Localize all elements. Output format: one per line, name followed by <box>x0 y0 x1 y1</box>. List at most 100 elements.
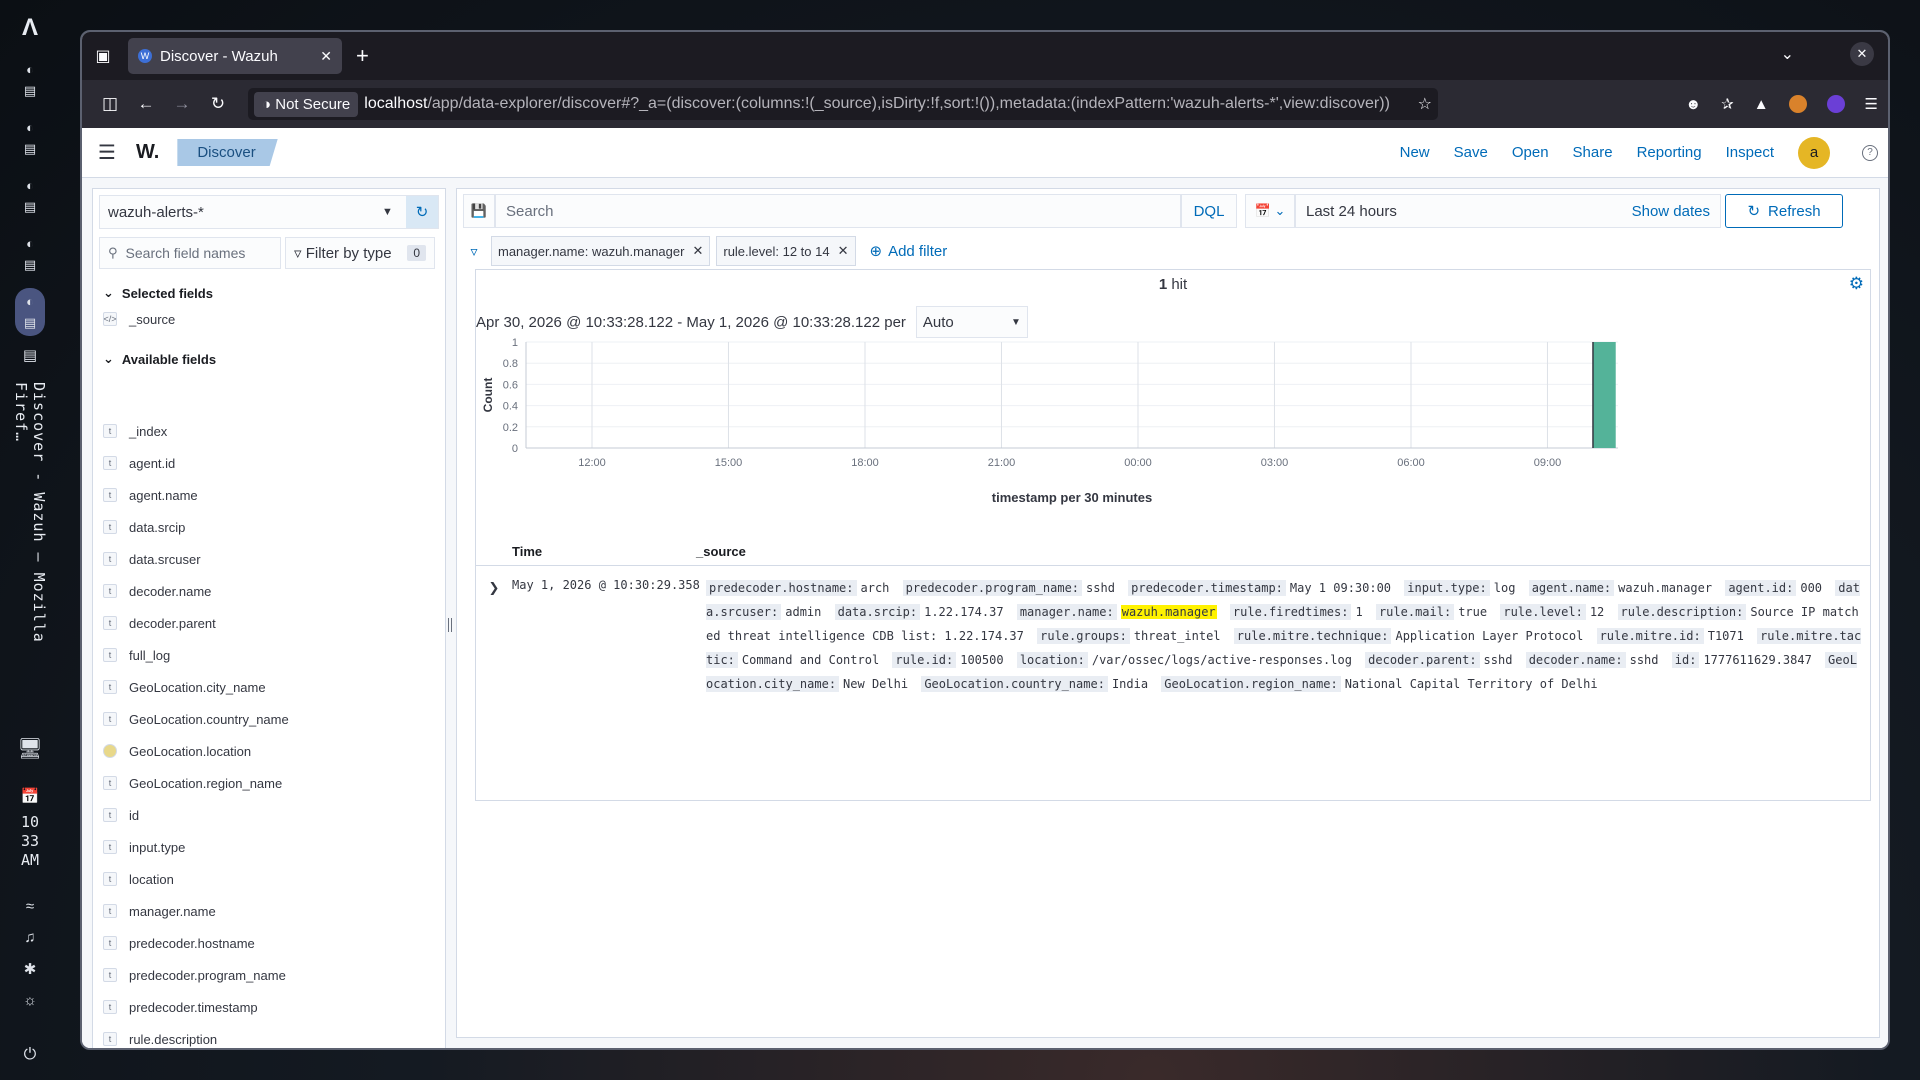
field-item[interactable]: t decoder.name <box>103 575 445 607</box>
extension-1-icon[interactable]: ▲ <box>1754 96 1769 113</box>
url-bar[interactable]: ◑ Not Secure localhost/app/data-explorer… <box>248 88 1438 120</box>
source-field-key: rule.description: <box>1617 604 1747 620</box>
field-item[interactable]: t agent.name <box>103 479 445 511</box>
field-item[interactable]: t predecoder.timestamp <box>103 991 445 1023</box>
workspace-2[interactable]: ◐ ▤ <box>15 114 45 162</box>
extension-2-icon[interactable] <box>1788 95 1807 113</box>
field-item[interactable]: t _index <box>103 415 445 447</box>
source-field-value: May 1 09:30:00 <box>1289 581 1392 595</box>
firefox-icon: ◐ <box>26 119 34 135</box>
field-item[interactable]: GeoLocation.location <box>103 735 445 767</box>
field-item[interactable]: t data.srcip <box>103 511 445 543</box>
saved-query-icon[interactable]: 💾 <box>463 194 495 228</box>
field-item[interactable]: t predecoder.hostname <box>103 927 445 959</box>
wazuh-favicon-icon: W <box>138 49 152 63</box>
field-item[interactable]: t GeoLocation.region_name <box>103 767 445 799</box>
selected-fields-header[interactable]: ⌄ Selected fields <box>103 285 213 301</box>
field-item[interactable]: t manager.name <box>103 895 445 927</box>
account-icon[interactable]: ☻ <box>1685 96 1701 113</box>
filter-pill-rule-level[interactable]: rule.level: 12 to 14 ✕ <box>716 236 856 266</box>
bookmark-star-icon[interactable]: ☆ <box>1418 94 1432 114</box>
close-icon[interactable]: ✕ <box>692 243 703 259</box>
share-button[interactable]: Share <box>1573 144 1613 161</box>
field-item[interactable]: t GeoLocation.country_name <box>103 703 445 735</box>
app-menu-icon[interactable]: ☰ <box>1865 95 1878 113</box>
field-item[interactable]: t location <box>103 863 445 895</box>
field-item[interactable]: t decoder.parent <box>103 607 445 639</box>
query-language-button[interactable]: DQL <box>1181 194 1237 228</box>
field-item[interactable]: t agent.id <box>103 447 445 479</box>
inspect-button[interactable]: Inspect <box>1726 144 1774 161</box>
available-fields-header[interactable]: ⌄ Available fields <box>103 351 216 367</box>
help-icon[interactable]: ? <box>1862 144 1878 161</box>
add-filter-button[interactable]: ⊕ Add filter <box>870 242 948 261</box>
expand-row-icon[interactable]: ❯ <box>476 576 512 696</box>
index-pattern-select[interactable]: wazuh-alerts-* ▼ ↻ <box>99 195 439 229</box>
not-secure-badge[interactable]: ◑ Not Secure <box>254 91 359 117</box>
tab-list-icon[interactable]: ▣ <box>82 46 124 66</box>
histogram-bar[interactable] <box>1592 342 1616 448</box>
field-search-input[interactable]: ⚲ Search field names <box>99 237 281 269</box>
workspace-5-active[interactable]: ◐ ▤ <box>15 288 45 336</box>
workspace-4[interactable]: ◐ ▤ <box>15 230 45 278</box>
arch-logo-icon[interactable]: Λ <box>22 14 38 42</box>
histogram-chart[interactable]: 0 0.2 0.4 0.6 0.8 1 12:00 15:00 18:00 21:00 00:00 0… <box>476 334 1626 514</box>
field-item[interactable]: t data.srcuser <box>103 543 445 575</box>
new-tab-button[interactable]: + <box>356 43 369 69</box>
url-text[interactable]: localhost/app/data-explorer/discover#?_a… <box>364 95 1407 113</box>
hamburger-menu-icon[interactable]: ☰ <box>92 140 122 165</box>
field-item[interactable]: t rule.description <box>103 1023 445 1048</box>
field-item[interactable]: t input.type <box>103 831 445 863</box>
sidebar-resize-handle[interactable] <box>448 618 452 632</box>
workspace-3[interactable]: ◐ ▤ <box>15 172 45 220</box>
field-item[interactable]: t predecoder.program_name <box>103 959 445 991</box>
audio-icon[interactable]: ♫ <box>24 929 35 946</box>
refresh-button[interactable]: ↻ Refresh <box>1725 194 1843 228</box>
wifi-icon[interactable]: ≈ <box>26 898 34 915</box>
list-all-tabs-icon[interactable]: ⌄ <box>1781 44 1794 64</box>
sidebar-toggle-icon[interactable]: ◫ <box>92 94 128 114</box>
field-item[interactable]: t id <box>103 799 445 831</box>
show-dates-button[interactable]: Show dates <box>1632 203 1710 220</box>
time-range-display[interactable]: Last 24 hours Show dates <box>1295 194 1721 228</box>
window-icon: ▤ <box>23 140 37 156</box>
breadcrumb-discover[interactable]: Discover <box>177 139 278 166</box>
close-icon[interactable]: ✕ <box>838 243 849 259</box>
date-picker-quick-menu[interactable]: 📅 ⌄ <box>1245 194 1295 228</box>
back-icon[interactable]: ← <box>128 94 164 114</box>
bluetooth-icon[interactable]: ✱ <box>24 960 37 978</box>
os-dock: Λ ◐ ▤ ◐ ▤ ◐ ▤ ◐ ▤ ◐ ▤ ▤ Discover - Wazuh — Mo… <box>0 0 60 1080</box>
gear-icon[interactable]: ⚙ <box>1849 274 1864 294</box>
refresh-index-icon[interactable]: ↻ <box>406 196 438 228</box>
filter-icon[interactable]: ▿ <box>463 243 485 260</box>
filter-by-type-button[interactable]: ▿ Filter by type 0 <box>285 237 435 269</box>
close-window-button[interactable]: ✕ <box>1850 42 1874 66</box>
search-input[interactable]: Search <box>495 194 1181 228</box>
monitor-icon[interactable]: 🖥 <box>17 736 42 761</box>
source-field-key: predecoder.program_name: <box>902 580 1083 596</box>
calendar-icon[interactable]: 📅 <box>21 787 40 805</box>
window-icon: ▤ <box>23 256 37 272</box>
reload-icon[interactable]: ↻ <box>200 94 236 114</box>
close-tab-icon[interactable]: ✕ <box>320 48 332 65</box>
column-header-source[interactable]: _source <box>696 544 746 559</box>
tab-discover[interactable]: W Discover - Wazuh ✕ <box>128 38 342 74</box>
reporting-button[interactable]: Reporting <box>1637 144 1702 161</box>
field-item[interactable]: t full_log <box>103 639 445 671</box>
field-item[interactable]: </> _source <box>103 303 445 335</box>
power-icon[interactable]: ⏻ <box>24 1046 37 1064</box>
filter-pill-manager-name[interactable]: manager.name: wazuh.manager ✕ <box>491 236 711 266</box>
new-button[interactable]: New <box>1400 144 1430 161</box>
brightness-icon[interactable]: ☼ <box>23 992 37 1009</box>
save-button[interactable]: Save <box>1454 144 1488 161</box>
field-item[interactable]: t GeoLocation.city_name <box>103 671 445 703</box>
chevron-down-icon: ▼ <box>1011 316 1021 328</box>
open-button[interactable]: Open <box>1512 144 1549 161</box>
wazuh-logo[interactable]: W. <box>136 141 159 164</box>
forward-icon[interactable]: → <box>164 94 200 114</box>
column-header-time[interactable]: Time <box>476 544 696 559</box>
extension-3-icon[interactable] <box>1826 95 1845 113</box>
extensions-icon[interactable]: ✰ <box>1721 95 1734 113</box>
workspace-1[interactable]: ◐ ▤ <box>15 56 45 104</box>
avatar[interactable]: a <box>1798 136 1830 169</box>
